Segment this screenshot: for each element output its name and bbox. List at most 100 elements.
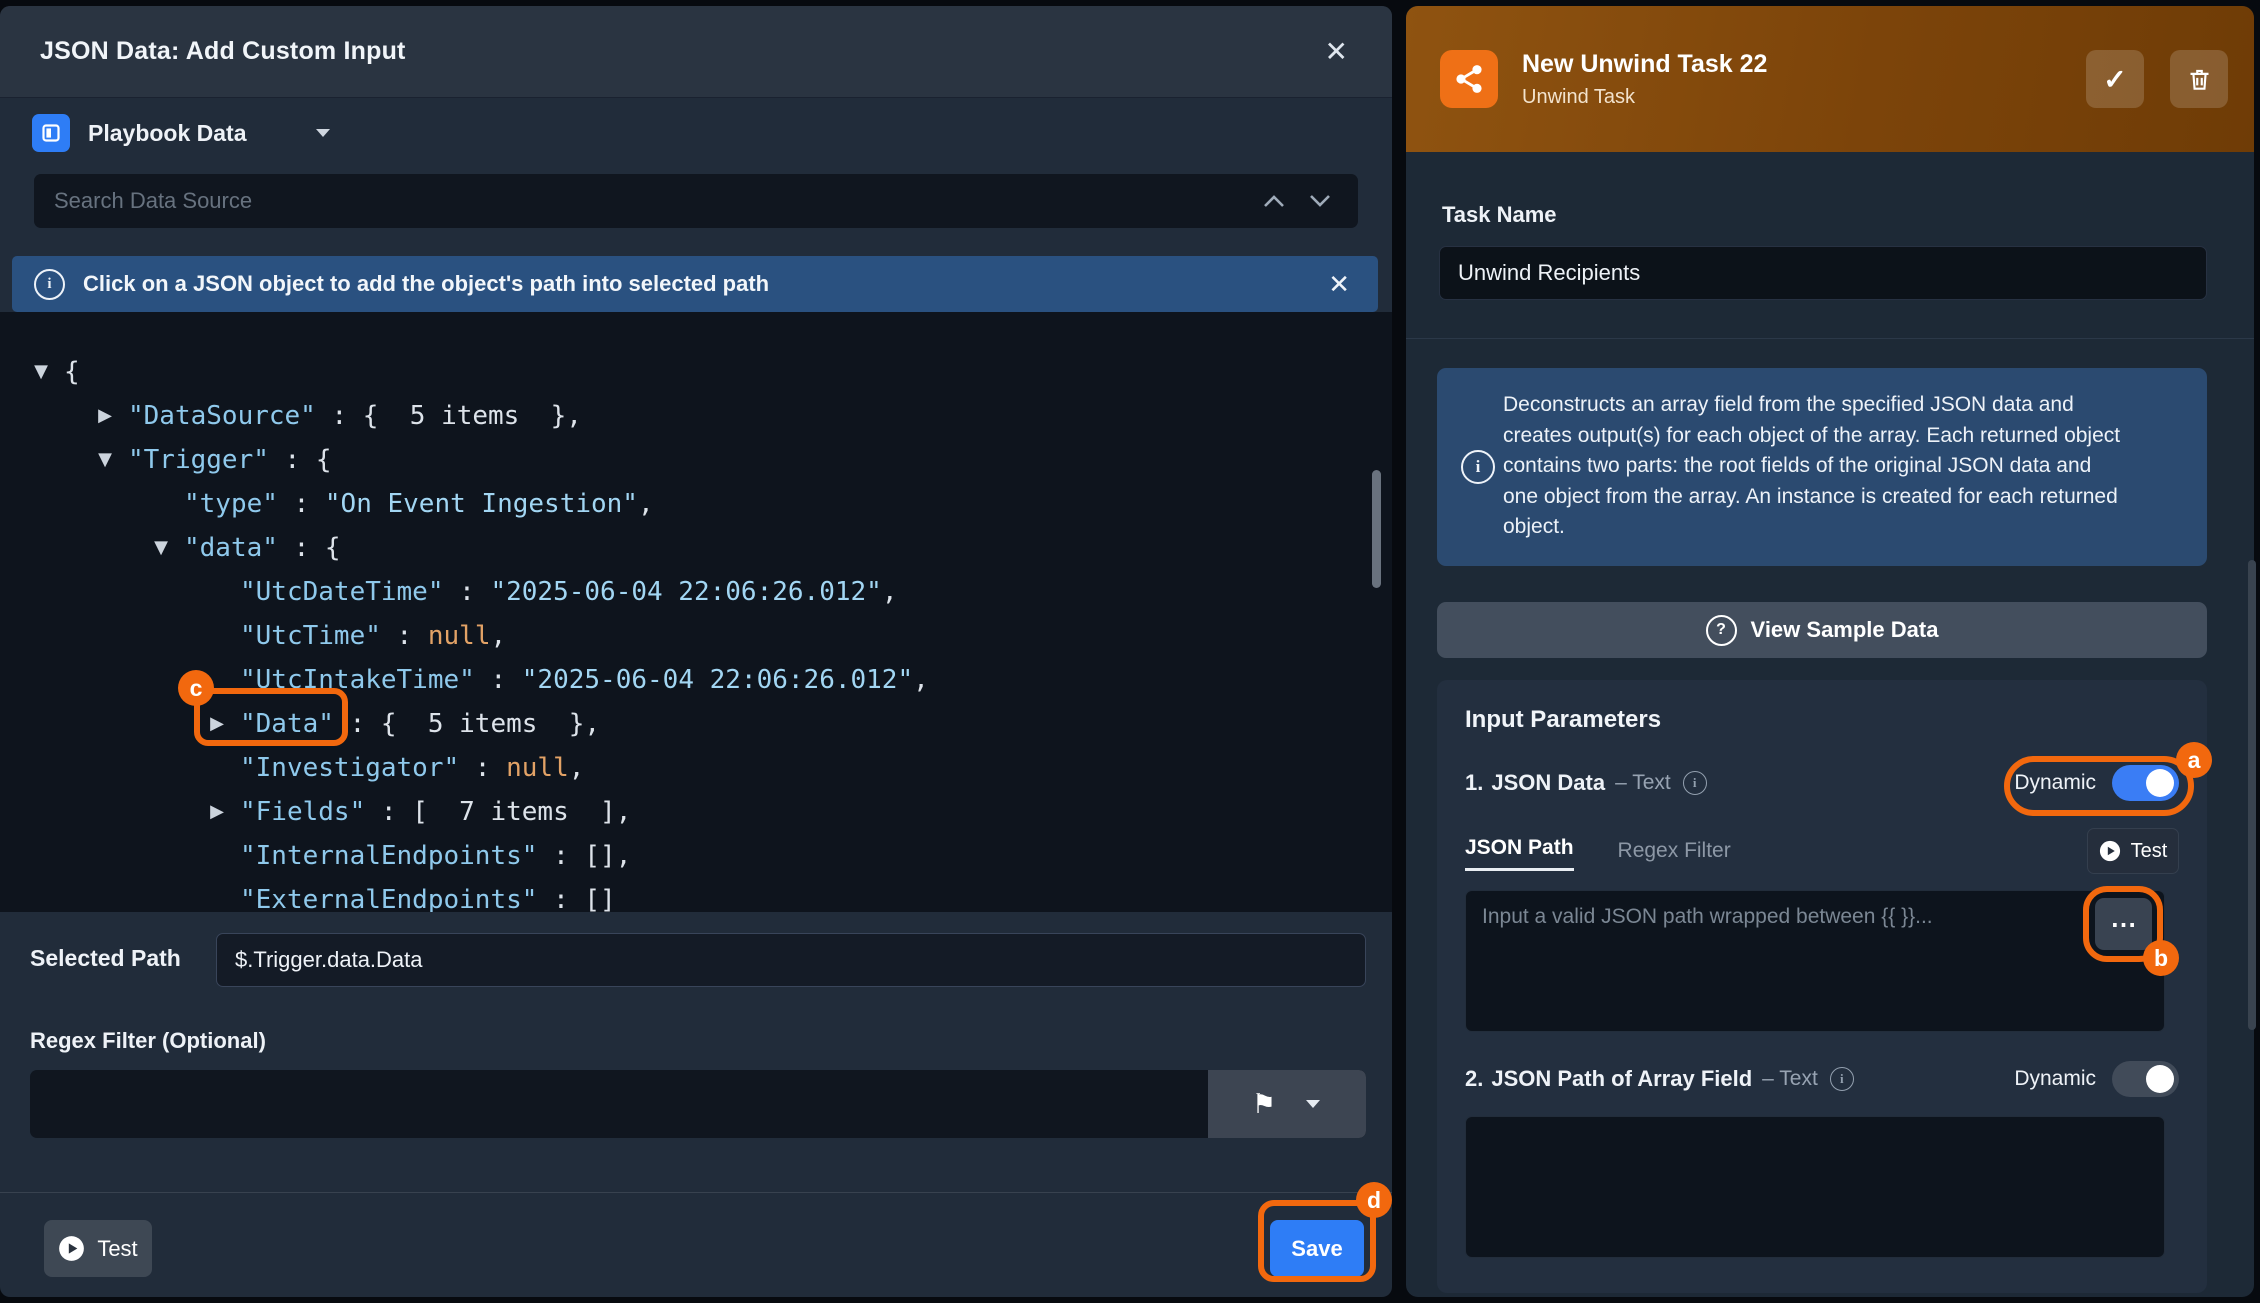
param-tabs: JSON Path Regex Filter — [1465, 836, 1731, 871]
dynamic-toggle[interactable] — [2112, 765, 2179, 801]
question-icon: ? — [1706, 615, 1737, 646]
param-index: 1. — [1465, 770, 1483, 796]
scrollbar-thumb[interactable] — [2248, 560, 2256, 1030]
json-token-p: : [ — [365, 797, 459, 827]
json-token-p: : { — [278, 533, 341, 563]
json-path-textarea[interactable] — [1465, 890, 2165, 1032]
divider — [1406, 338, 2254, 339]
ellipsis-icon: ⋯ — [2111, 909, 2137, 939]
json-tree-viewer: ▼{▶"DataSource" : { 5 items },▼"Trigger"… — [0, 312, 1392, 912]
regex-filter-box: ⚑ — [30, 1070, 1366, 1138]
json-tree-line[interactable]: ▼"Trigger" : { — [0, 438, 1392, 482]
json-token-p: , — [490, 621, 506, 651]
play-icon — [2099, 840, 2121, 862]
test-button-label: Test — [97, 1236, 137, 1262]
json-token-p: , — [882, 577, 898, 607]
json-tree-line[interactable]: "UtcTime" : null, — [0, 614, 1392, 658]
array-field-textarea[interactable] — [1465, 1116, 2165, 1258]
more-options-button[interactable]: ⋯ — [2095, 898, 2152, 950]
dynamic-toggle-group: Dynamic — [2014, 1061, 2179, 1097]
view-sample-data-button[interactable]: ? View Sample Data — [1437, 602, 2207, 658]
collapse-triangle-icon[interactable]: ▼ — [146, 526, 176, 570]
param-row-json-data: 1. JSON Data – Text i Dynamic — [1465, 760, 2179, 806]
json-token-k: "UtcDateTime" — [240, 577, 444, 607]
json-token-k: "DataSource" — [128, 401, 316, 431]
play-icon — [58, 1235, 85, 1262]
json-token-k: "ExternalEndpoints" — [240, 885, 537, 912]
confirm-button[interactable]: ✓ — [2086, 50, 2144, 108]
param-type: – Text — [1762, 1067, 1818, 1091]
data-source-selector[interactable]: Playbook Data — [32, 110, 333, 156]
modal-close-icon[interactable]: ✕ — [1321, 34, 1352, 70]
json-token-p: , — [913, 665, 929, 695]
expand-triangle-icon[interactable]: ▶ — [90, 394, 120, 438]
json-token-p: : — [444, 577, 491, 607]
regex-filter-input[interactable] — [30, 1070, 1200, 1138]
save-button[interactable]: Save — [1270, 1220, 1364, 1277]
json-tree-line[interactable]: "UtcIntakeTime" : "2025-06-04 22:06:26.0… — [0, 658, 1392, 702]
chevron-down-icon[interactable] — [1306, 191, 1334, 211]
expand-triangle-icon[interactable]: ▶ — [202, 702, 232, 746]
task-title: New Unwind Task 22 — [1522, 50, 1767, 79]
chevron-down-icon[interactable] — [313, 126, 333, 140]
json-token-p: , — [569, 753, 585, 783]
tab-json-path[interactable]: JSON Path — [1465, 836, 1574, 871]
json-tree-line[interactable]: ▶"DataSource" : { 5 items }, — [0, 394, 1392, 438]
json-token-k: "type" — [184, 489, 278, 519]
chevron-up-icon[interactable] — [1260, 191, 1288, 211]
json-token-p: }, — [537, 709, 600, 739]
json-token-p: : — [278, 489, 325, 519]
json-token-p: : { — [316, 401, 410, 431]
json-tree-line[interactable]: "UtcDateTime" : "2025-06-04 22:06:26.012… — [0, 570, 1392, 614]
json-token-s: "2025-06-04 22:06:26.012" — [522, 665, 913, 695]
param-type: – Text — [1615, 771, 1671, 795]
json-token-s: "2025-06-04 22:06:26.012" — [490, 577, 881, 607]
tab-regex-filter[interactable]: Regex Filter — [1618, 839, 1731, 871]
json-tree-line[interactable]: ▶"Fields" : [ 7 items ], — [0, 790, 1392, 834]
selected-path-input[interactable] — [216, 933, 1366, 987]
json-token-s: "On Event Ingestion" — [325, 489, 638, 519]
expand-triangle-icon[interactable]: ▶ — [202, 790, 232, 834]
trash-icon — [2186, 66, 2213, 93]
task-titles: New Unwind Task 22 Unwind Task — [1522, 50, 1767, 109]
json-tree-line[interactable]: ▼"data" : { — [0, 526, 1392, 570]
collapse-triangle-icon[interactable]: ▼ — [26, 350, 56, 394]
selected-path-label: Selected Path — [30, 945, 181, 972]
json-token-k: "UtcTime" — [240, 621, 381, 651]
json-token-p: : — [459, 753, 506, 783]
regex-flags-dropdown[interactable]: ⚑ — [1208, 1070, 1366, 1138]
dynamic-label: Dynamic — [2014, 1067, 2096, 1091]
json-token-p: : — [475, 665, 522, 695]
task-description-text: Deconstructs an array field from the spe… — [1503, 390, 2123, 543]
json-tree-line[interactable]: "Investigator" : null, — [0, 746, 1392, 790]
json-tree: ▼{▶"DataSource" : { 5 items },▼"Trigger"… — [0, 350, 1392, 912]
param-test-button[interactable]: Test — [2087, 828, 2179, 874]
json-token-k: "UtcIntakeTime" — [240, 665, 475, 695]
json-tree-line[interactable]: ▼{ — [0, 350, 1392, 394]
check-icon: ✓ — [2103, 63, 2126, 96]
json-tree-line[interactable]: ▶"Data" : { 5 items }, — [0, 702, 1392, 746]
unwind-task-panel: New Unwind Task 22 Unwind Task ✓ Task Na… — [1406, 6, 2254, 1297]
scrollbar-thumb[interactable] — [1372, 470, 1381, 588]
param-name: JSON Data — [1491, 770, 1605, 796]
search-box — [34, 174, 1358, 228]
json-token-p: : [], — [537, 841, 631, 871]
param-name: JSON Path of Array Field — [1491, 1066, 1752, 1092]
json-token-p: }, — [519, 401, 582, 431]
json-token-k: "Fields" — [240, 797, 365, 827]
json-token-p: : — [381, 621, 428, 651]
regex-filter-label: Regex Filter (Optional) — [30, 1028, 266, 1054]
json-token-k: "Trigger" — [128, 445, 269, 475]
dynamic-toggle[interactable] — [2112, 1061, 2179, 1097]
json-tree-line[interactable]: "ExternalEndpoints" : [] — [0, 878, 1392, 912]
task-name-input[interactable] — [1439, 246, 2207, 300]
banner-close-icon[interactable]: ✕ — [1322, 270, 1356, 298]
json-tree-line[interactable]: "type" : "On Event Ingestion", — [0, 482, 1392, 526]
delete-task-button[interactable] — [2170, 50, 2228, 108]
info-icon: i — [34, 269, 65, 300]
test-button[interactable]: Test — [44, 1220, 152, 1277]
info-icon: i — [1683, 771, 1707, 795]
search-input[interactable] — [52, 187, 1260, 215]
json-tree-line[interactable]: "InternalEndpoints" : [], — [0, 834, 1392, 878]
collapse-triangle-icon[interactable]: ▼ — [90, 438, 120, 482]
